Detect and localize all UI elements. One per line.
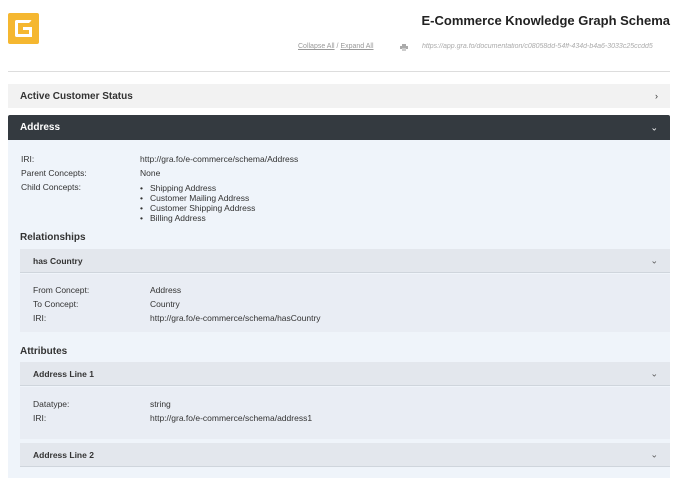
logo-bar-vertical: [29, 27, 32, 37]
relationship-iri-value: http://gra.fo/e-commerce/schema/hasCount…: [150, 313, 321, 323]
child-concepts-label: Child Concepts:: [21, 182, 82, 192]
print-icon[interactable]: [400, 44, 408, 51]
attribute-address-line-1-header[interactable]: Address Line 1 ⌄: [20, 362, 670, 386]
relationship-iri-label: IRI:: [33, 313, 47, 323]
attribute-address-line-1-body: Datatype: string IRI: http://gra.fo/e-co…: [20, 387, 670, 439]
list-item: Customer Shipping Address: [140, 203, 255, 213]
to-concept-label: To Concept:: [33, 299, 79, 309]
chevron-right-icon: ›: [655, 91, 658, 101]
datatype-label: Datatype:: [33, 399, 70, 409]
from-concept-label: From Concept:: [33, 285, 90, 295]
page-title: E-Commerce Knowledge Graph Schema: [421, 13, 670, 28]
chevron-down-icon: ⌄: [650, 449, 658, 459]
toolbar-separator: /: [336, 43, 339, 50]
datatype-value: string: [150, 399, 171, 409]
attribute-iri-value: http://gra.fo/e-commerce/schema/address1: [150, 413, 313, 423]
toolbar: Collapse All / Expand All: [298, 43, 374, 50]
list-item: Shipping Address: [140, 183, 255, 193]
chevron-down-icon: ⌄: [650, 368, 658, 378]
documentation-url[interactable]: https://app.gra.fo/documentation/c08058d…: [422, 43, 672, 50]
header-divider: [8, 71, 670, 72]
grafo-logo[interactable]: [8, 13, 39, 44]
list-item: Billing Address: [140, 213, 255, 223]
to-concept-value: Country: [150, 299, 180, 309]
relationships-heading: Relationships: [20, 232, 86, 243]
panel-active-customer-status[interactable]: Active Customer Status ›: [8, 84, 670, 108]
chevron-down-icon: ⌄: [650, 122, 658, 132]
attribute-name: Address Line 2: [33, 449, 94, 460]
from-concept-value: Address: [150, 285, 182, 295]
panel-label: Active Customer Status: [20, 90, 133, 102]
panel-label: Address: [20, 122, 61, 133]
attribute-iri-label: IRI:: [33, 413, 47, 423]
attribute-name: Address Line 1: [33, 368, 94, 379]
parent-concepts-value: None: [140, 168, 161, 178]
parent-concepts-label: Parent Concepts:: [21, 168, 87, 178]
child-concepts-list: Shipping Address Customer Mailing Addres…: [140, 183, 255, 223]
iri-value: http://gra.fo/e-commerce/schema/Address: [140, 154, 299, 164]
attribute-address-line-2-header[interactable]: Address Line 2 ⌄: [20, 443, 670, 467]
attributes-heading: Attributes: [20, 346, 68, 357]
collapse-all-link[interactable]: Collapse All: [298, 43, 335, 50]
relationship-has-country-header[interactable]: has Country ⌄: [20, 249, 670, 273]
chevron-down-icon: ⌄: [650, 255, 658, 265]
relationship-has-country-body: From Concept: Address To Concept: Countr…: [20, 274, 670, 332]
address-panel-body: IRI: http://gra.fo/e-commerce/schema/Add…: [8, 140, 670, 478]
list-item: Customer Mailing Address: [140, 193, 255, 203]
expand-all-link[interactable]: Expand All: [340, 43, 373, 50]
iri-label: IRI:: [21, 154, 35, 164]
relationship-name: has Country: [33, 255, 83, 266]
panel-address[interactable]: Address ⌄: [8, 115, 670, 140]
